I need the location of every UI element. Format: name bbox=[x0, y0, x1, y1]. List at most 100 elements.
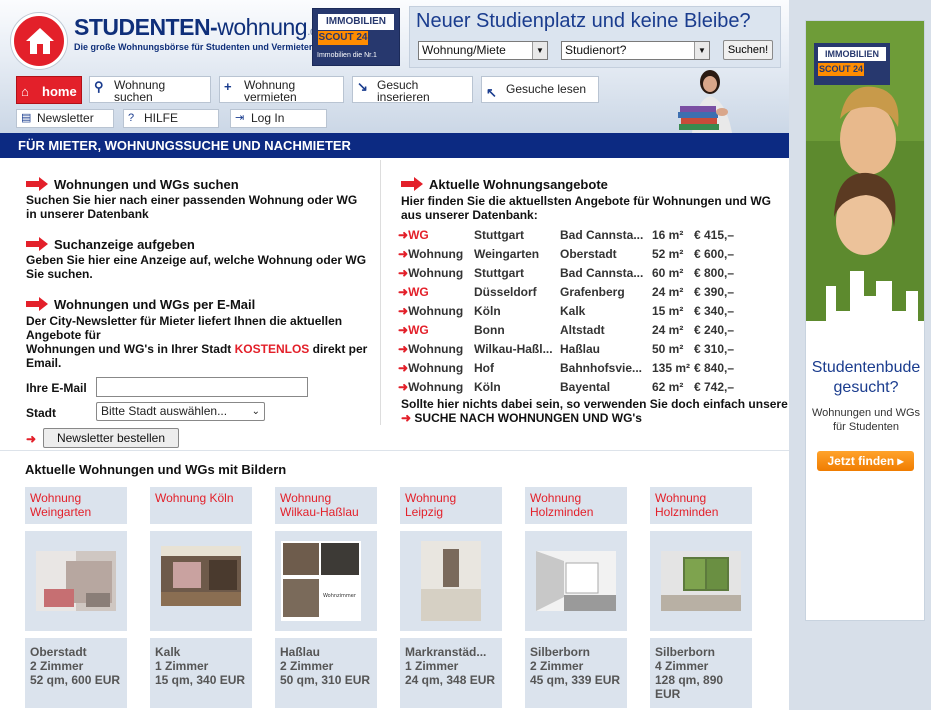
listing-details: Haßlau 2 Zimmer 50 qm, 310 EUR bbox=[275, 638, 377, 708]
listing-title[interactable]: Wohnung Holzminden bbox=[525, 487, 627, 524]
offer-price: € 240,– bbox=[694, 322, 735, 337]
offer-row[interactable]: ➜Wohnung Hof Bahnhofsvie... 135 m² € 840,– bbox=[398, 358, 788, 377]
offer-price: € 415,– bbox=[694, 227, 735, 242]
offer-size: 15 m² bbox=[652, 303, 684, 318]
listing-image[interactable]: Wohnzimmer bbox=[275, 531, 377, 631]
offers-title: Aktuelle Wohnungsangebote bbox=[401, 177, 608, 192]
arrow-right-icon bbox=[26, 177, 48, 191]
brand-name[interactable]: STUDENTEN-wohnung.de bbox=[74, 14, 323, 41]
offer-size: 24 m² bbox=[652, 284, 684, 299]
chevron-down-icon: ▼ bbox=[532, 42, 547, 59]
search-link[interactable]: ➜ SUCHE NACH WOHNUNGEN UND WG's bbox=[401, 411, 642, 425]
offer-type: ➜Wohnung bbox=[398, 341, 464, 356]
arrow-right-icon: ➜ bbox=[398, 246, 409, 261]
logo[interactable] bbox=[11, 13, 67, 69]
section-request-text: Geben Sie hier eine Anzeige auf, welche … bbox=[26, 253, 367, 281]
offer-row[interactable]: ➜WG Düsseldorf Grafenberg 24 m² € 390,– bbox=[398, 282, 788, 301]
offer-row[interactable]: ➜WG Stuttgart Bad Cannsta... 16 m² € 415,– bbox=[398, 225, 788, 244]
nav-hilfe[interactable]: ? HILFE bbox=[123, 109, 219, 128]
notfound-text: Sollte hier nichts dabei sein, so verwen… bbox=[401, 397, 788, 411]
offer-type: ➜Wohnung bbox=[398, 246, 464, 261]
offer-city: Düsseldorf bbox=[474, 284, 537, 299]
study-city-select[interactable]: Studienort? ▼ bbox=[561, 41, 710, 60]
search-button[interactable]: Suchen! bbox=[723, 40, 773, 60]
nav-wohnung-vermieten[interactable]: + Wohnung vermieten bbox=[219, 76, 344, 103]
offer-price: € 742,– bbox=[694, 379, 735, 394]
offer-type: ➜Wohnung bbox=[398, 303, 464, 318]
offers-table: ➜WG Stuttgart Bad Cannsta... 16 m² € 415,– ➜W… bbox=[398, 225, 788, 396]
listing-card[interactable]: Wohnung Holzminden Silberborn 4 Zimmer 128 … bbox=[650, 487, 752, 708]
listing-card[interactable]: Wohnung Weingarten Oberstadt 2 Zimmer 52 qm… bbox=[25, 487, 127, 708]
nav-home[interactable]: ⌂ home bbox=[16, 76, 82, 104]
listing-title[interactable]: Wohnung Wilkau-Haßlau bbox=[275, 487, 377, 524]
offer-row[interactable]: ➜Wohnung Weingarten Oberstadt 52 m² € 600,– bbox=[398, 244, 788, 263]
nav-login[interactable]: ⇥ Log In bbox=[230, 109, 327, 128]
offer-row[interactable]: ➜Wohnung Köln Kalk 15 m² € 340,– bbox=[398, 301, 788, 320]
offer-type: ➜WG bbox=[398, 227, 429, 242]
listing-title[interactable]: Wohnung Weingarten bbox=[25, 487, 127, 524]
house-icon bbox=[26, 28, 54, 54]
offer-row[interactable]: ➜WG Bonn Altstadt 24 m² € 240,– bbox=[398, 320, 788, 339]
listing-card[interactable]: Wohnung Köln Kalk 1 Zimmer 15 qm, 340 EUR bbox=[150, 487, 252, 708]
divider bbox=[0, 450, 789, 451]
section-email-title[interactable]: Wohnungen und WGs per E-Mail bbox=[26, 297, 255, 312]
property-type-select[interactable]: Wohnung/Miete ▼ bbox=[418, 41, 548, 60]
offer-price: € 800,– bbox=[694, 265, 735, 280]
student-with-books-image bbox=[678, 70, 732, 133]
arrow-right-icon: ➜ bbox=[398, 379, 409, 394]
section-request-title[interactable]: Suchanzeige aufgeben bbox=[26, 237, 195, 252]
arrow-up-left-icon: ↖ bbox=[486, 85, 497, 100]
arrow-right-icon: ➜ bbox=[398, 284, 409, 299]
nav-gesuche-lesen[interactable]: ↖ Gesuche lesen bbox=[481, 76, 599, 103]
offer-district: Bahnhofsvie... bbox=[560, 360, 643, 375]
arrow-right-icon bbox=[26, 237, 48, 251]
apartment-photo: Wohnzimmer bbox=[281, 541, 361, 621]
section-search-title[interactable]: Wohnungen und WGs suchen bbox=[26, 177, 239, 192]
offer-city: Stuttgart bbox=[474, 227, 524, 242]
listing-image[interactable] bbox=[25, 531, 127, 631]
offers-subtitle: Hier finden Sie die aktuellsten Angebote… bbox=[401, 194, 772, 222]
brand-tagline: Die große Wohnungsbörse für Studenten un… bbox=[74, 42, 313, 52]
immobilienscout-logo[interactable]: IMMOBILIEN SCOUT 24 Immobilien die Nr.1 bbox=[312, 8, 400, 66]
city-label: Stadt bbox=[26, 406, 56, 420]
listing-card[interactable]: Wohnung Leipzig Markranstäd... 1 Zimmer 24 … bbox=[400, 487, 502, 708]
offer-price: € 600,– bbox=[694, 246, 735, 261]
offer-size: 60 m² bbox=[652, 265, 684, 280]
newsletter-order-button[interactable]: Newsletter bestellen bbox=[43, 428, 179, 448]
listing-image[interactable] bbox=[400, 531, 502, 631]
listing-title[interactable]: Wohnung Leipzig bbox=[400, 487, 502, 524]
offer-row[interactable]: ➜Wohnung Wilkau-Haßl... Haßlau 50 m² € 310,– bbox=[398, 339, 788, 358]
arrow-right-icon: ➜ bbox=[401, 411, 412, 425]
offer-district: Bad Cannsta... bbox=[560, 227, 644, 242]
section-search-text: Suchen Sie hier nach einer passenden Woh… bbox=[26, 193, 358, 221]
offer-row[interactable]: ➜Wohnung Stuttgart Bad Cannsta... 60 m² € 80… bbox=[398, 263, 788, 282]
offer-type: ➜WG bbox=[398, 322, 429, 337]
chevron-down-icon: ▼ bbox=[694, 42, 709, 59]
nav-newsletter[interactable]: ▤ Newsletter bbox=[16, 109, 114, 128]
listing-title[interactable]: Wohnung Holzminden bbox=[650, 487, 752, 524]
nav-gesuch-inserieren[interactable]: ↘ Gesuch inserieren bbox=[352, 76, 473, 103]
listing-card[interactable]: Wohnung Wilkau-Haßlau Wohnzimmer Haßlau 2 Z… bbox=[275, 487, 377, 708]
offer-row[interactable]: ➜Wohnung Köln Bayental 62 m² € 742,– bbox=[398, 377, 788, 396]
ad-cta-button[interactable]: Jetzt finden ▸ bbox=[817, 451, 914, 471]
offer-type: ➜Wohnung bbox=[398, 360, 464, 375]
offer-size: 52 m² bbox=[652, 246, 684, 261]
apartment-photo bbox=[661, 551, 741, 611]
arrow-right-icon: ➜ bbox=[398, 360, 409, 375]
listing-card[interactable]: Wohnung Holzminden Silberborn 2 Zimmer 45 q… bbox=[525, 487, 627, 708]
offer-district: Kalk bbox=[560, 303, 586, 318]
listing-image[interactable] bbox=[650, 531, 752, 631]
listing-title[interactable]: Wohnung Köln bbox=[150, 487, 252, 524]
nav-wohnung-suchen[interactable]: ⚲ Wohnung suchen bbox=[89, 76, 211, 103]
email-input[interactable] bbox=[96, 377, 308, 397]
listing-image[interactable] bbox=[525, 531, 627, 631]
listing-image[interactable] bbox=[150, 531, 252, 631]
offer-type: ➜Wohnung bbox=[398, 379, 464, 394]
city-select[interactable]: Bitte Stadt auswählen... ⌄ bbox=[96, 402, 265, 421]
offer-city: Bonn bbox=[474, 322, 505, 337]
login-icon: ⇥ bbox=[235, 112, 245, 124]
offer-size: 24 m² bbox=[652, 322, 684, 337]
offer-city: Wilkau-Haßl... bbox=[474, 341, 553, 356]
immobilienscout-ad[interactable]: IMMOBILIEN SCOUT 24 Studentenbude gesuch… bbox=[805, 20, 925, 621]
chevron-down-icon: ⌄ bbox=[251, 406, 260, 417]
